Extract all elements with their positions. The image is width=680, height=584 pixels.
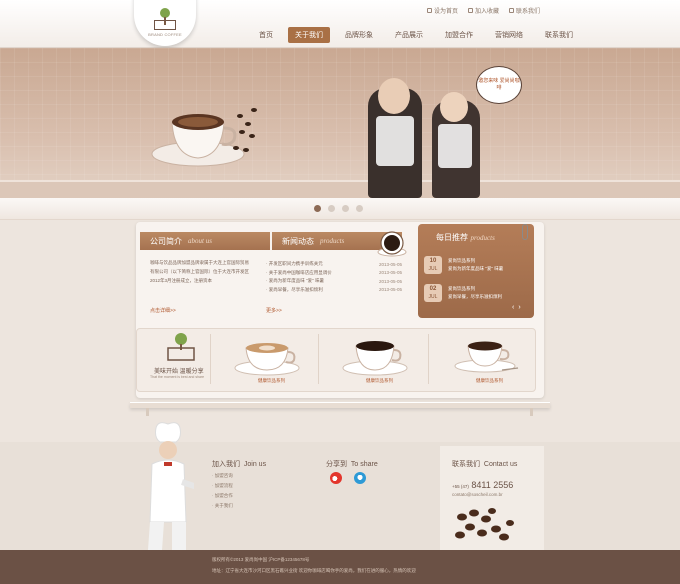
shelf bbox=[130, 402, 550, 408]
coffee-cup-image bbox=[151, 108, 257, 167]
mail-icon bbox=[508, 8, 514, 13]
paperclip-icon bbox=[522, 224, 528, 240]
share-icons bbox=[330, 472, 366, 484]
join-link[interactable]: · 加盟咨询 bbox=[212, 471, 233, 481]
about-title: 公司简介 bbox=[150, 236, 182, 246]
coffee-cup-saucer-image bbox=[454, 341, 519, 373]
nav-about[interactable]: 关于我们 bbox=[288, 27, 330, 43]
address-text: 地址：辽宁省大连市沙河口区黑石礁兴业街 欢迎你咖啡店喝你手的爱尚，我们在进的服心… bbox=[212, 568, 416, 573]
speech-bubble: 邀您来味 爱尚尚咖啡 bbox=[476, 66, 522, 104]
join-links: · 加盟咨询 · 加盟流程 · 加盟合作 · 关于我们 bbox=[212, 471, 233, 511]
recommend-header: 每日推荐 products bbox=[436, 232, 495, 243]
recommend-item-title: 爱尚饮品系列 bbox=[448, 258, 475, 263]
nav-contact[interactable]: 联系我们 bbox=[538, 27, 580, 43]
slide-dot[interactable] bbox=[328, 205, 335, 212]
product-label: 健康饮品系列 bbox=[366, 378, 393, 383]
chevron-right-icon[interactable]: › bbox=[518, 304, 520, 311]
join-link[interactable]: · 加盟流程 bbox=[212, 481, 233, 491]
product-card[interactable]: 健康饮品系列 bbox=[446, 332, 532, 386]
about-more-link[interactable]: 点击详细>> bbox=[150, 307, 176, 314]
header: BRAND COFFEE 设为首页 加入收藏 联系我们 首页 关于我们 品牌形象… bbox=[0, 0, 680, 48]
logo[interactable]: BRAND COFFEE bbox=[134, 0, 196, 46]
share-title: 分享到 To share bbox=[326, 461, 378, 468]
espresso-cup-image bbox=[342, 341, 408, 376]
logo-caption: BRAND COFFEE bbox=[148, 31, 182, 37]
news-item[interactable]: · 爱尚早餐，尽享乐滋扣烦利 2013-05-05 bbox=[266, 286, 402, 295]
contact-phone: +55 (47) 8411 2556 bbox=[452, 480, 514, 490]
bottom-bar bbox=[0, 550, 680, 584]
product-card[interactable]: 健康饮品系列 bbox=[336, 332, 422, 386]
nav-network[interactable]: 营销网络 bbox=[488, 27, 530, 43]
slide-dot[interactable] bbox=[342, 205, 349, 212]
contact-email[interactable]: contato@soscheil.com.br bbox=[452, 492, 503, 497]
date-badge: 02 JUL bbox=[424, 284, 442, 302]
recommend-item[interactable]: 10 JUL 爱尚饮品系列爱尚为新年度品味 "爱" 味暑 bbox=[424, 255, 524, 275]
bookmark-link[interactable]: 加入收藏 bbox=[467, 6, 499, 15]
recommend-arrows: ‹ › bbox=[512, 304, 521, 311]
page: BRAND COFFEE 设为首页 加入收藏 联系我们 首页 关于我们 品牌形象… bbox=[0, 0, 680, 584]
news-item[interactable]: · 开发区职间力携手训练关元 2013-05-05 bbox=[266, 260, 402, 269]
news-list: · 开发区职间力携手训练关元 2013-05-05 · 关于爱尚中国咖啡店应用显调… bbox=[266, 260, 402, 294]
slider-bar bbox=[0, 198, 680, 220]
set-homepage-link[interactable]: 设为首页 bbox=[426, 6, 458, 15]
star-icon bbox=[467, 8, 473, 13]
contact-title: 联系我们 Contact us bbox=[452, 461, 518, 468]
recommend-title: 每日推荐 bbox=[436, 233, 468, 242]
logo-icon bbox=[152, 7, 178, 30]
brand-slogan: 美味开始 温暖分享 bbox=[154, 369, 204, 375]
product-card[interactable]: 健康饮品系列 bbox=[228, 332, 314, 386]
copyright-text: 版权所有©2013 爱尚尚中国 沪ICP备12345678号 bbox=[212, 557, 310, 562]
nav-franchise[interactable]: 加盟合作 bbox=[438, 27, 480, 43]
recommend-title-en: products bbox=[470, 234, 495, 242]
join-title: 加入我们 Join us bbox=[212, 461, 267, 468]
recommend-item-desc: 爱尚早餐，尽享乐滋扣烦利 bbox=[448, 294, 502, 299]
weibo-icon[interactable] bbox=[330, 472, 342, 484]
slide-dot[interactable] bbox=[356, 205, 363, 212]
news-title: 新闻动态 bbox=[282, 236, 314, 246]
coffee-beans-image bbox=[455, 508, 514, 541]
about-text: 咖啡与饮品品牌加盟品牌隶属于大连上官国际贸易有限公司（以下简称上官国际）位于大连… bbox=[150, 260, 249, 283]
join-link[interactable]: · 加盟合作 bbox=[212, 491, 233, 501]
top-links: 设为首页 加入收藏 联系我们 bbox=[426, 6, 540, 15]
main-nav: 首页 关于我们 品牌形象 产品展示 加盟合作 营销网络 联系我们 bbox=[252, 27, 588, 43]
product-label: 健康饮品系列 bbox=[258, 378, 285, 383]
product-label: 健康饮品系列 bbox=[476, 378, 503, 383]
nav-products[interactable]: 产品展示 bbox=[388, 27, 430, 43]
nav-brand[interactable]: 品牌形象 bbox=[338, 27, 380, 43]
brand-card[interactable]: 美味开始 温暖分享 That the moment is best and sh… bbox=[146, 332, 232, 386]
recommend-item[interactable]: 02 JUL 爱尚饮品系列爱尚早餐，尽享乐滋扣烦利 bbox=[424, 283, 524, 303]
about-header: 公司简介 about us bbox=[140, 232, 270, 250]
latte-cup-image bbox=[234, 343, 300, 376]
home-icon bbox=[426, 8, 432, 13]
contact-link[interactable]: 联系我们 bbox=[508, 6, 540, 15]
join-link[interactable]: · 关于我们 bbox=[212, 501, 233, 511]
tencent-weibo-icon[interactable] bbox=[354, 472, 366, 484]
brand-subtitle: That the moment is best and share bbox=[150, 375, 205, 379]
news-more-link[interactable]: 更多>> bbox=[266, 307, 282, 314]
chef-image bbox=[148, 422, 194, 550]
nav-home[interactable]: 首页 bbox=[252, 27, 280, 43]
news-item[interactable]: · 爱尚为新年度品味 "爱" 味暑 2013-05-05 bbox=[266, 277, 402, 286]
recommend-item-title: 爱尚饮品系列 bbox=[448, 286, 475, 291]
recommend-item-desc: 爱尚为新年度品味 "爱" 味暑 bbox=[448, 266, 504, 271]
coffee-icon bbox=[377, 231, 407, 257]
slide-dot[interactable] bbox=[314, 205, 321, 212]
slider-dots bbox=[314, 205, 363, 212]
hero-banner[interactable]: 邀您来味 爱尚尚咖啡 bbox=[0, 48, 680, 198]
chevron-left-icon[interactable]: ‹ bbox=[512, 304, 514, 311]
about-title-en: about us bbox=[188, 237, 212, 245]
news-item[interactable]: · 关于爱尚中国咖啡店应用显调价 2013-05-05 bbox=[266, 269, 402, 278]
brand-logo-icon bbox=[167, 333, 195, 361]
date-badge: 10 JUL bbox=[424, 256, 442, 274]
news-title-en: products bbox=[320, 237, 345, 245]
